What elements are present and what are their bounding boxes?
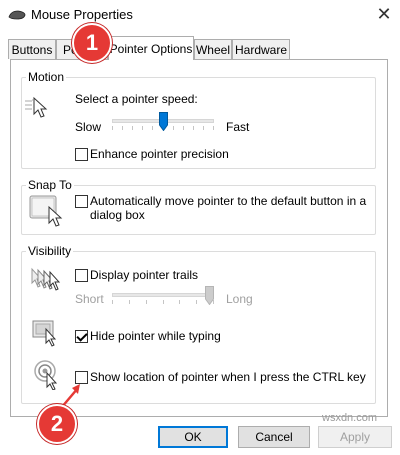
slider-tick (112, 126, 113, 130)
apply-button[interactable]: Apply (318, 426, 392, 448)
slider-tick (213, 126, 214, 130)
slider-tick (179, 300, 180, 304)
snap-to-button-icon (29, 195, 63, 227)
window-title: Mouse Properties (31, 7, 133, 22)
slider-tick (146, 300, 147, 304)
watermark-text: wsxdn.com (322, 412, 378, 424)
pointer-trails-label: Display pointer trails (90, 268, 199, 282)
enhance-precision-checkbox[interactable] (75, 148, 88, 161)
slider-tick (196, 300, 197, 304)
tab-pointer-options[interactable]: Pointer Options (108, 36, 194, 60)
visibility-group-label: Visibility (26, 244, 74, 258)
ok-button[interactable]: OK (158, 426, 228, 448)
snap-to-label-line1: Automatically move pointer to the defaul… (90, 194, 367, 208)
cancel-button[interactable]: Cancel (238, 426, 310, 448)
slider-tick (173, 126, 174, 130)
mouse-icon (8, 10, 26, 20)
annotation-badge-1: 1 (72, 23, 112, 63)
short-label: Short (75, 292, 104, 306)
show-location-label: Show location of pointer when I press th… (90, 370, 366, 384)
speed-lines-icon (25, 100, 32, 110)
slider-tick (112, 300, 113, 304)
tab-hardware[interactable]: Hardware (232, 39, 290, 59)
slider-tick (132, 126, 133, 130)
hide-pointer-checkbox[interactable] (75, 330, 88, 343)
snap-to-checkbox[interactable] (75, 195, 88, 208)
title-bar: Mouse Properties ✕ (0, 0, 400, 31)
trail-length-ticks (112, 300, 214, 304)
tab-wheel[interactable]: Wheel (194, 39, 232, 59)
slider-tick (163, 300, 164, 304)
pointer-speed-icon (32, 96, 48, 118)
pointer-trails-checkbox[interactable] (75, 269, 88, 282)
pointer-speed-slider[interactable] (158, 112, 168, 131)
long-label: Long (226, 292, 253, 306)
snap-to-label-line2: dialog box (90, 208, 145, 222)
snap-to-group-label: Snap To (26, 178, 74, 192)
motion-group-label: Motion (26, 70, 67, 84)
pointer-trails-icon (31, 267, 61, 291)
enhance-precision-label: Enhance pointer precision (90, 147, 229, 161)
slider-tick (193, 126, 194, 130)
fast-label: Fast (226, 120, 250, 134)
hide-pointer-icon (32, 320, 57, 347)
snap-to-group (21, 185, 376, 235)
tab-strip: Buttons Po Pointer Options Wheel Hardwar… (0, 36, 400, 60)
slider-tick (142, 126, 143, 130)
slider-tick (129, 300, 130, 304)
slider-tick (122, 126, 123, 130)
trail-length-slider[interactable] (205, 286, 214, 305)
pointer-speed-label: Select a pointer speed: (75, 92, 198, 106)
hide-pointer-label: Hide pointer while typing (90, 329, 221, 343)
slider-tick (183, 126, 184, 130)
slider-tick (152, 126, 153, 130)
tab-buttons[interactable]: Buttons (8, 39, 56, 59)
close-button[interactable]: ✕ (372, 2, 396, 26)
slow-label: Slow (75, 120, 102, 134)
trail-length-track (112, 293, 214, 297)
annotation-badge-2: 2 (37, 404, 77, 444)
slider-tick (203, 126, 204, 130)
